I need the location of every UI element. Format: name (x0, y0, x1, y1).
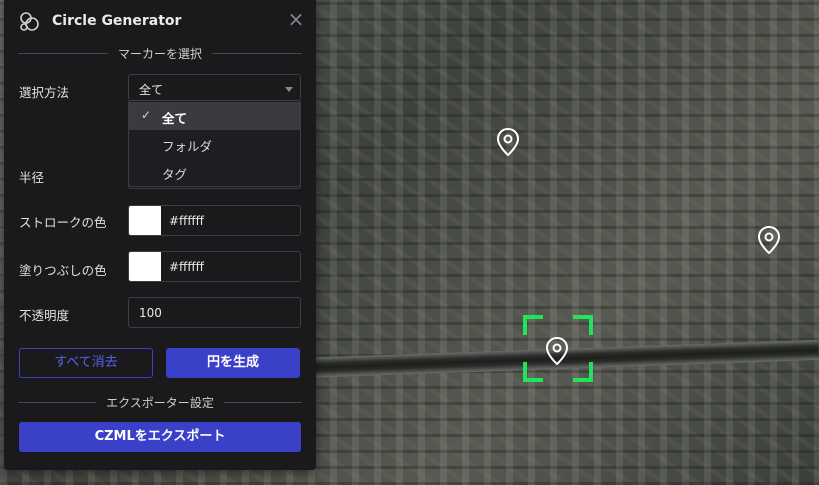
close-icon[interactable]: × (286, 9, 306, 29)
dropdown-option-all[interactable]: ✓ 全て (129, 102, 300, 130)
fill-color-hex: #ffffff (169, 260, 204, 274)
dropdown-option-folder[interactable]: フォルダ (129, 130, 300, 158)
dropdown-option-label: フォルダ (162, 139, 213, 154)
selection-method-select[interactable]: 全て (128, 74, 301, 101)
selection-method-dropdown: ✓ 全て フォルダ タグ (128, 100, 301, 187)
fill-color-label: 塗りつぶしの色 (19, 263, 107, 278)
map-pin-icon[interactable] (758, 226, 780, 254)
selection-method-value: 全て (139, 83, 164, 97)
dropdown-option-label: タグ (162, 167, 188, 182)
export-section-header: エクスポーター設定 (18, 394, 302, 410)
circle-generator-panel: Circle Generator × マーカーを選択 選択方法 全て ✓ 全て … (4, 0, 316, 470)
dropdown-option-label: 全て (162, 111, 188, 126)
fill-color-field[interactable]: #ffffff (128, 251, 301, 282)
selection-frame (523, 315, 593, 382)
generate-circles-button[interactable]: 円を生成 (166, 348, 300, 378)
circles-logo-icon (20, 12, 39, 31)
opacity-label: 不透明度 (19, 308, 70, 323)
checkmark-icon: ✓ (141, 108, 152, 122)
stroke-color-hex: #ffffff (169, 214, 204, 228)
panel-header: Circle Generator × (4, 0, 316, 42)
export-section-title: エクスポーター設定 (106, 395, 214, 410)
marker-section-header: マーカーを選択 (18, 45, 302, 61)
stroke-color-label: ストロークの色 (19, 215, 107, 230)
export-czml-button[interactable]: CZMLをエクスポート (19, 422, 301, 452)
selection-method-label: 選択方法 (19, 85, 70, 100)
opacity-input[interactable]: 100 (128, 297, 301, 328)
stroke-color-swatch[interactable] (129, 206, 161, 235)
chevron-down-icon (285, 87, 293, 92)
dropdown-option-tag[interactable]: タグ (129, 158, 300, 186)
marker-section-title: マーカーを選択 (118, 46, 203, 61)
stroke-color-field[interactable]: #ffffff (128, 205, 301, 236)
map-pin-icon[interactable] (497, 128, 519, 156)
fill-color-swatch[interactable] (129, 252, 161, 281)
opacity-value: 100 (139, 306, 162, 320)
clear-all-button[interactable]: すべて消去 (19, 348, 153, 378)
radius-label: 半径 (19, 170, 45, 185)
panel-title: Circle Generator (52, 13, 182, 29)
